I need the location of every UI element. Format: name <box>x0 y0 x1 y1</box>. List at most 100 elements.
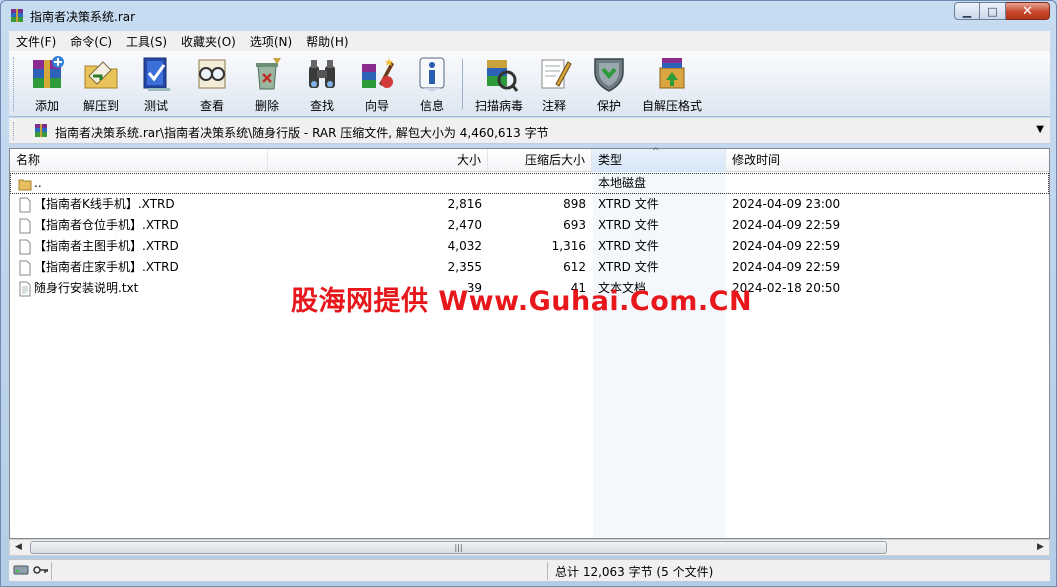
add-button[interactable]: 添加 <box>19 54 75 114</box>
status-separator <box>547 562 548 580</box>
file-name: 【指南者K线手机】.XTRD <box>34 197 175 211</box>
window-controls: ▁ □ ✕ <box>954 2 1050 20</box>
archive-icon <box>35 124 47 137</box>
file-icon <box>19 218 31 234</box>
key-icon[interactable] <box>33 564 49 576</box>
column-name[interactable]: 名称 <box>10 149 268 172</box>
extract-folder-icon <box>84 61 118 89</box>
file-packed-size: 1,316 <box>551 239 586 253</box>
extract-to-button[interactable]: 解压到 <box>73 54 129 114</box>
file-name: 【指南者主图手机】.XTRD <box>34 239 179 253</box>
address-bar[interactable]: 指南者决策系统.rar\指南者决策系统\随身行版 - RAR 压缩文件, 解包大… <box>9 118 1050 144</box>
window-title: 指南者决策系统.rar <box>30 10 136 24</box>
find-binoculars-icon <box>309 60 335 88</box>
file-row[interactable]: .. 本地磁盘 <box>10 173 1049 194</box>
wizard-icon <box>362 58 394 88</box>
comment-pen-icon <box>541 59 572 89</box>
toolbar-grip[interactable] <box>13 57 16 111</box>
file-icon <box>19 197 31 213</box>
scroll-thumb[interactable]: ||| <box>30 541 887 554</box>
column-header-row: 名称 大小 压缩后大小 类型 ^ 修改时间 <box>10 147 1049 172</box>
file-row[interactable]: 【指南者仓位手机】.XTRD 2,470 693 XTRD 文件 2024-04… <box>10 215 1049 236</box>
file-size: 2,816 <box>447 197 482 211</box>
drive-icon[interactable] <box>13 564 29 576</box>
menu-tools[interactable]: 工具(S) <box>119 33 174 50</box>
virus-scan-icon <box>487 60 519 92</box>
comment-label: 注释 <box>541 99 566 113</box>
close-button[interactable]: ✕ <box>1006 2 1050 20</box>
file-packed-size <box>482 173 586 194</box>
file-type: XTRD 文件 <box>598 218 659 232</box>
file-icon <box>19 260 31 276</box>
virus-scan-button[interactable]: 扫描病毒 <box>469 54 529 114</box>
file-type: 本地磁盘 <box>598 176 647 190</box>
wizard-button[interactable]: 向导 <box>349 54 405 114</box>
horizontal-scrollbar[interactable]: ◀ ||| ▶ <box>9 539 1050 556</box>
protect-label: 保护 <box>596 99 621 113</box>
file-row[interactable]: 【指南者主图手机】.XTRD 4,032 1,316 XTRD 文件 2024-… <box>10 236 1049 257</box>
title-bar[interactable]: 指南者决策系统.rar ▁ □ ✕ <box>1 1 1056 31</box>
sfx-button[interactable]: 自解压格式 <box>639 54 705 114</box>
menu-help[interactable]: 帮助(H) <box>299 33 355 50</box>
info-button[interactable]: 信息 <box>404 54 460 114</box>
scroll-left-icon[interactable]: ◀ <box>10 540 27 555</box>
view-glasses-icon <box>198 59 226 89</box>
view-label: 查看 <box>199 99 224 113</box>
find-label: 查找 <box>309 99 334 113</box>
virus-scan-label: 扫描病毒 <box>474 99 523 113</box>
comment-button[interactable]: 注释 <box>526 54 582 114</box>
toolbar: 添加 解压到 测试 查看 删除 查找 向导 信息 扫描病毒 注释 保护 自解压格… <box>9 51 1050 117</box>
menu-commands[interactable]: 命令(C) <box>63 33 119 50</box>
column-packed-size[interactable]: 压缩后大小 <box>488 149 592 172</box>
file-type: XTRD 文件 <box>598 197 659 211</box>
status-summary: 总计 12,063 字节 (5 个文件) <box>555 565 714 579</box>
test-button[interactable]: 测试 <box>128 54 184 114</box>
column-modified[interactable]: 修改时间 <box>726 149 1049 172</box>
file-name: 【指南者庄家手机】.XTRD <box>34 260 179 274</box>
column-type-label: 类型 <box>598 153 623 167</box>
file-name: .. <box>34 176 42 190</box>
file-name: 随身行安装说明.txt <box>34 281 139 295</box>
menu-options[interactable]: 选项(N) <box>243 33 299 50</box>
maximize-button[interactable]: □ <box>980 2 1006 20</box>
find-button[interactable]: 查找 <box>294 54 350 114</box>
file-size: 4,032 <box>447 239 482 253</box>
file-size <box>274 173 482 194</box>
delete-label: 删除 <box>254 99 279 113</box>
file-type: XTRD 文件 <box>598 260 659 274</box>
column-type[interactable]: 类型 ^ <box>592 147 726 172</box>
file-modified: 2024-04-09 22:59 <box>732 260 841 274</box>
delete-recycle-icon <box>256 58 281 90</box>
text-file-icon <box>19 281 31 297</box>
file-icon <box>19 239 31 255</box>
file-list[interactable]: 名称 大小 压缩后大小 类型 ^ 修改时间 .. 本地磁盘 【指南者K线手机】.… <box>9 147 1050 539</box>
add-books-icon <box>33 56 64 88</box>
delete-button[interactable]: 删除 <box>239 54 295 114</box>
file-modified: 2024-04-09 22:59 <box>732 239 841 253</box>
status-icons <box>13 564 49 576</box>
file-type: XTRD 文件 <box>598 239 659 253</box>
file-name: 【指南者仓位手机】.XTRD <box>34 218 179 232</box>
extract-to-label: 解压到 <box>82 99 119 113</box>
minimize-button[interactable]: ▁ <box>954 2 980 20</box>
path-dropdown-icon[interactable]: ▼ <box>1036 124 1044 135</box>
sort-ascending-icon: ^ <box>652 147 660 157</box>
file-row[interactable]: 【指南者庄家手机】.XTRD 2,355 612 XTRD 文件 2024-04… <box>10 257 1049 278</box>
protect-button[interactable]: 保护 <box>581 54 637 114</box>
column-size[interactable]: 大小 <box>268 149 488 172</box>
file-row[interactable]: 【指南者K线手机】.XTRD 2,816 898 XTRD 文件 2024-04… <box>10 194 1049 215</box>
scroll-right-icon[interactable]: ▶ <box>1032 540 1049 555</box>
menu-favorites[interactable]: 收藏夹(O) <box>174 33 243 50</box>
file-packed-size: 693 <box>563 218 586 232</box>
winrar-app-icon <box>11 9 23 22</box>
menu-file[interactable]: 文件(F) <box>9 33 63 50</box>
winrar-window: 指南者决策系统.rar ▁ □ ✕ 文件(F) 命令(C) 工具(S) 收藏夹(… <box>0 0 1057 587</box>
test-check-icon <box>143 57 170 91</box>
file-size: 2,355 <box>447 260 482 274</box>
file-packed-size: 898 <box>563 197 586 211</box>
protect-shield-icon <box>594 58 624 92</box>
folder-up-icon <box>18 179 32 191</box>
file-modified <box>732 173 892 194</box>
file-size: 2,470 <box>447 218 482 232</box>
view-button[interactable]: 查看 <box>184 54 240 114</box>
